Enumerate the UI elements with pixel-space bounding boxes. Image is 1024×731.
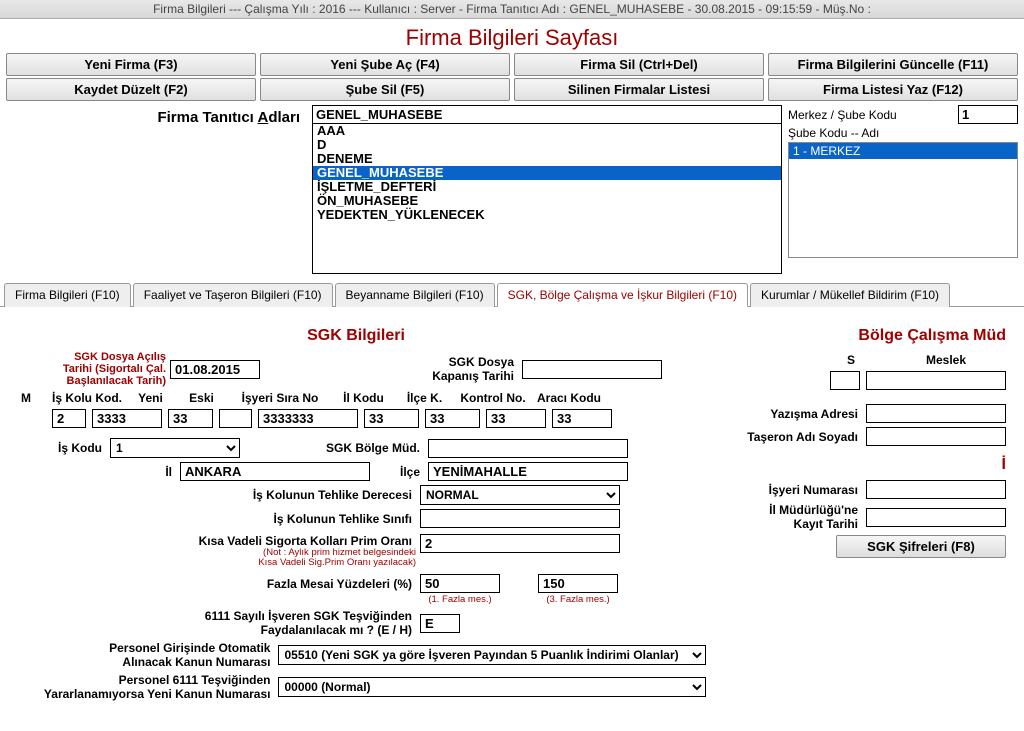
- tab-1[interactable]: Faaliyet ve Taşeron Bilgileri (F10): [133, 283, 333, 307]
- sgk-bilgileri-title: SGK Bilgileri: [6, 327, 706, 345]
- tehlike-sinif-input[interactable]: [420, 509, 620, 528]
- oto-kanun-label: Personel Girişinde OtomatikAlınacak Kanu…: [6, 641, 274, 669]
- firm-list-item[interactable]: YEDEKTEN_YÜKLENECEK: [313, 208, 781, 222]
- fazla-mesai-2-input[interactable]: [538, 574, 618, 593]
- merkez-sube-kodu-label: Merkez / Şube Kodu: [788, 108, 952, 122]
- firm-list-item[interactable]: AAA: [313, 124, 781, 138]
- toolbar-row-1: Yeni Firma (F3) Yeni Şube Aç (F4) Firma …: [0, 53, 1024, 78]
- hdr-m: M: [6, 391, 46, 405]
- yeni-sube-ac-button[interactable]: Yeni Şube Aç (F4): [260, 53, 510, 76]
- toolbar-row-2: Kaydet Düzelt (F2) Şube Sil (F5) Silinen…: [0, 78, 1024, 103]
- hdr-ilkodu: İl Kodu: [336, 391, 391, 405]
- hdr-araci: Aracı Kodu: [534, 391, 604, 405]
- fazla1-note: (1. Fazla mes.): [420, 595, 500, 605]
- kisa-vadeli-input[interactable]: [420, 534, 620, 553]
- il-input[interactable]: [180, 462, 370, 481]
- sube-list[interactable]: 1 - MERKEZ: [788, 142, 1018, 258]
- hdr-kontrol: Kontrol No.: [458, 391, 528, 405]
- tab-bar: Firma Bilgileri (F10)Faaliyet ve Taşeron…: [0, 282, 1024, 307]
- iskolu-input[interactable]: [92, 409, 162, 428]
- sira-input[interactable]: [258, 409, 358, 428]
- silinen-firmalar-button[interactable]: Silinen Firmalar Listesi: [514, 78, 764, 101]
- firma-guncelle-button[interactable]: Firma Bilgilerini Güncelle (F11): [768, 53, 1018, 76]
- tehlike-sinif-label: İş Kolunun Tehlike Sınıfı: [6, 512, 416, 526]
- hdr-meslek: Meslek: [886, 353, 1006, 367]
- eski-input[interactable]: [219, 409, 252, 428]
- merkez-sube-kodu-input[interactable]: [958, 105, 1018, 124]
- sgk-sifreleri-button[interactable]: SGK Şifreleri (F8): [836, 535, 1006, 558]
- firma-sil-button[interactable]: Firma Sil (Ctrl+Del): [514, 53, 764, 76]
- sube-list-item-selected[interactable]: 1 - MERKEZ: [789, 143, 1017, 159]
- ilcek-input[interactable]: [425, 409, 480, 428]
- meslek-input[interactable]: [866, 371, 1006, 390]
- title-bar: Firma Bilgileri --- Çalışma Yılı : 2016 …: [0, 0, 1024, 19]
- firma-listesi-yaz-button[interactable]: Firma Listesi Yaz (F12): [768, 78, 1018, 101]
- firma-tanitici-adlari-label: Firma Tanıtıcı Adları: [6, 105, 306, 274]
- tab-2[interactable]: Beyanname Bilgileri (F10): [335, 283, 495, 307]
- yazisma-adresi-input[interactable]: [866, 404, 1006, 423]
- yeni-firma-button[interactable]: Yeni Firma (F3): [6, 53, 256, 76]
- kaydet-duzelt-button[interactable]: Kaydet Düzelt (F2): [6, 78, 256, 101]
- yeni-input[interactable]: [168, 409, 213, 428]
- ilkodu-input[interactable]: [364, 409, 419, 428]
- isyeri-no-label: İşyeri Numarası: [716, 483, 862, 497]
- taseron-label: Taşeron Adı Soyadı: [716, 430, 862, 444]
- is-kodu-label: İş Kodu: [6, 441, 106, 455]
- hdr-yeni: Yeni: [128, 391, 173, 405]
- sgk-kapanis-label: SGK DosyaKapanış Tarihi: [408, 355, 518, 383]
- iskur-title: İ: [716, 456, 1006, 474]
- sgk-acilis-label: SGK Dosya AçılışTarihi (Sigortalı Çal.Ba…: [6, 351, 166, 387]
- fazla2-note: (3. Fazla mes.): [538, 595, 618, 605]
- tehlike-derece-label: İş Kolunun Tehlike Derecesi: [6, 488, 416, 502]
- tesvik-6111-label: 6111 Sayılı İşveren SGK TeşviğindenFayda…: [6, 609, 416, 637]
- hdr-ilcek: İlçe K.: [397, 391, 452, 405]
- firma-tanitici-list[interactable]: AAADDENEMEGENEL_MUHASEBEİŞLETME_DEFTERİÖ…: [312, 124, 782, 274]
- sgk-acilis-tarih-input[interactable]: [170, 360, 260, 379]
- sgk-bolge-mud-input[interactable]: [428, 439, 628, 458]
- hdr-s: S: [836, 353, 866, 367]
- yeni-kanun-select[interactable]: 00000 (Normal): [278, 677, 706, 697]
- ilce-label: İlçe: [374, 465, 424, 479]
- araci-input[interactable]: [552, 409, 612, 428]
- tesvik-6111-input[interactable]: [420, 614, 460, 633]
- firma-tanitici-input[interactable]: [312, 105, 782, 124]
- is-kodu-select[interactable]: 1: [110, 438, 240, 458]
- kontrol-input[interactable]: [486, 409, 546, 428]
- sgk-bolge-mud-label: SGK Bölge Müd.: [244, 441, 424, 455]
- tab-0[interactable]: Firma Bilgileri (F10): [4, 283, 131, 307]
- firm-list-item[interactable]: DENEME: [313, 152, 781, 166]
- yazisma-adresi-label: Yazışma Adresi: [716, 407, 862, 421]
- tab-4[interactable]: Kurumlar / Mükellef Bildirim (F10): [750, 283, 950, 307]
- fazla-mesai-1-input[interactable]: [420, 574, 500, 593]
- sgk-kapanis-tarih-input[interactable]: [522, 360, 662, 379]
- oto-kanun-select[interactable]: 05510 (Yeni SGK ya göre İşveren Payından…: [278, 645, 706, 665]
- yeni-kanun-label: Personel 6111 TeşviğindenYararlanamıyors…: [6, 673, 274, 701]
- il-mud-kayit-input[interactable]: [866, 508, 1006, 527]
- bolge-calisma-title: Bölge Çalışma Müd: [716, 327, 1006, 345]
- kisa-vadeli-note: (Not : Aylık prim hizmet belgesindekiKıs…: [6, 548, 416, 568]
- isyeri-no-input[interactable]: [866, 480, 1006, 499]
- fazla-mesai-label: Fazla Mesai Yüzdeleri (%): [6, 577, 416, 591]
- firm-list-item[interactable]: İŞLETME_DEFTERİ: [313, 180, 781, 194]
- il-label: İl: [6, 465, 176, 479]
- hdr-sira: İşyeri Sıra No: [230, 391, 330, 405]
- firm-list-item[interactable]: D: [313, 138, 781, 152]
- ilce-input[interactable]: [428, 462, 628, 481]
- hdr-eski: Eski: [179, 391, 224, 405]
- sube-sil-button[interactable]: Şube Sil (F5): [260, 78, 510, 101]
- page-title: Firma Bilgileri Sayfası: [0, 19, 1024, 53]
- il-mud-kayit-label: İl Müdürlüğü'neKayıt Tarihi: [716, 503, 862, 531]
- tab-3[interactable]: SGK, Bölge Çalışma ve İşkur Bilgileri (F…: [497, 283, 748, 307]
- s-input[interactable]: [830, 371, 860, 390]
- tehlike-derece-select[interactable]: NORMAL: [420, 485, 620, 505]
- firm-list-item[interactable]: GENEL_MUHASEBE: [313, 166, 781, 180]
- kisa-vadeli-label: Kısa Vadeli Sigorta Kolları Prim Oranı: [6, 534, 416, 548]
- sube-kodu-adi-label: Şube Kodu -- Adı: [788, 126, 1018, 140]
- taseron-input[interactable]: [866, 427, 1006, 446]
- firm-list-item[interactable]: ÖN_MUHASEBE: [313, 194, 781, 208]
- hdr-iskolu: İş Kolu Kod.: [52, 391, 122, 405]
- m-input[interactable]: [52, 409, 86, 428]
